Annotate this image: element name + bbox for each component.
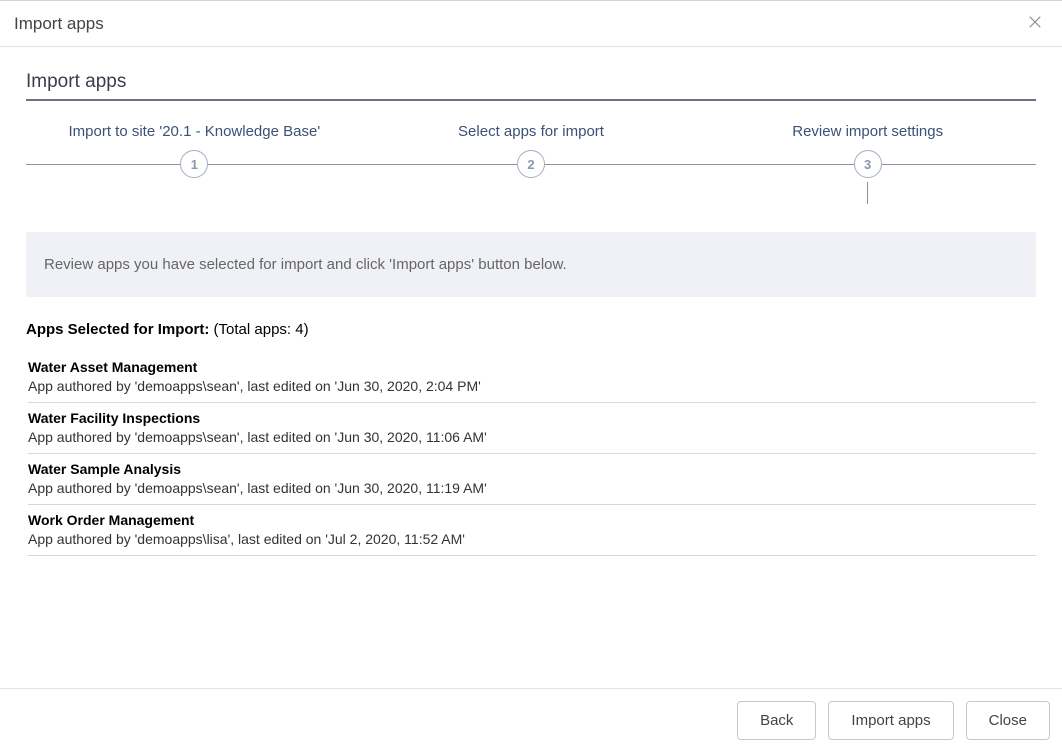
- app-name: Water Asset Management: [28, 359, 1036, 375]
- step-3-circle[interactable]: 3: [854, 150, 882, 178]
- list-item: Water Sample Analysis App authored by 'd…: [28, 454, 1036, 505]
- active-step-pointer: [867, 182, 868, 204]
- close-footer-button[interactable]: Close: [966, 701, 1050, 740]
- app-name: Water Sample Analysis: [28, 461, 1036, 477]
- back-button[interactable]: Back: [737, 701, 816, 740]
- app-meta: App authored by 'demoapps\lisa', last ed…: [28, 531, 1036, 547]
- selected-label: Apps Selected for Import:: [26, 321, 209, 338]
- footer-bar: Back Import apps Close: [0, 688, 1062, 752]
- app-name: Work Order Management: [28, 512, 1036, 528]
- stepper-line: [882, 164, 1036, 165]
- stepper-line: [208, 164, 362, 165]
- step-2-circle[interactable]: 2: [517, 150, 545, 178]
- step-2-label[interactable]: Select apps for import: [363, 123, 700, 140]
- stepper-line: [545, 164, 699, 165]
- selected-count: (Total apps: 4): [214, 321, 309, 338]
- app-name: Water Facility Inspections: [28, 410, 1036, 426]
- app-meta: App authored by 'demoapps\sean', last ed…: [28, 480, 1036, 496]
- stepper-line: [363, 164, 517, 165]
- close-button[interactable]: [1024, 11, 1046, 36]
- import-apps-button[interactable]: Import apps: [828, 701, 953, 740]
- wizard-stepper: Import to site '20.1 - Knowledge Base' S…: [26, 123, 1036, 204]
- app-list: Water Asset Management App authored by '…: [26, 352, 1036, 556]
- content-area: Import apps Import to site '20.1 - Knowl…: [0, 47, 1062, 556]
- list-item: Water Facility Inspections App authored …: [28, 403, 1036, 454]
- step-1-label[interactable]: Import to site '20.1 - Knowledge Base': [26, 123, 363, 140]
- list-item: Water Asset Management App authored by '…: [28, 352, 1036, 403]
- app-meta: App authored by 'demoapps\sean', last ed…: [28, 378, 1036, 394]
- list-item: Work Order Management App authored by 'd…: [28, 505, 1036, 556]
- close-icon: [1026, 13, 1044, 34]
- app-meta: App authored by 'demoapps\sean', last ed…: [28, 429, 1036, 445]
- titlebar-title: Import apps: [14, 14, 104, 34]
- info-banner: Review apps you have selected for import…: [26, 232, 1036, 297]
- stepper-line: [699, 164, 853, 165]
- selected-header: Apps Selected for Import: (Total apps: 4…: [26, 321, 1036, 338]
- info-banner-text: Review apps you have selected for import…: [44, 256, 567, 273]
- titlebar: Import apps: [0, 1, 1062, 47]
- step-1-circle[interactable]: 1: [180, 150, 208, 178]
- step-3-label[interactable]: Review import settings: [699, 123, 1036, 140]
- stepper-line: [26, 164, 180, 165]
- section-heading: Import apps: [26, 71, 1036, 101]
